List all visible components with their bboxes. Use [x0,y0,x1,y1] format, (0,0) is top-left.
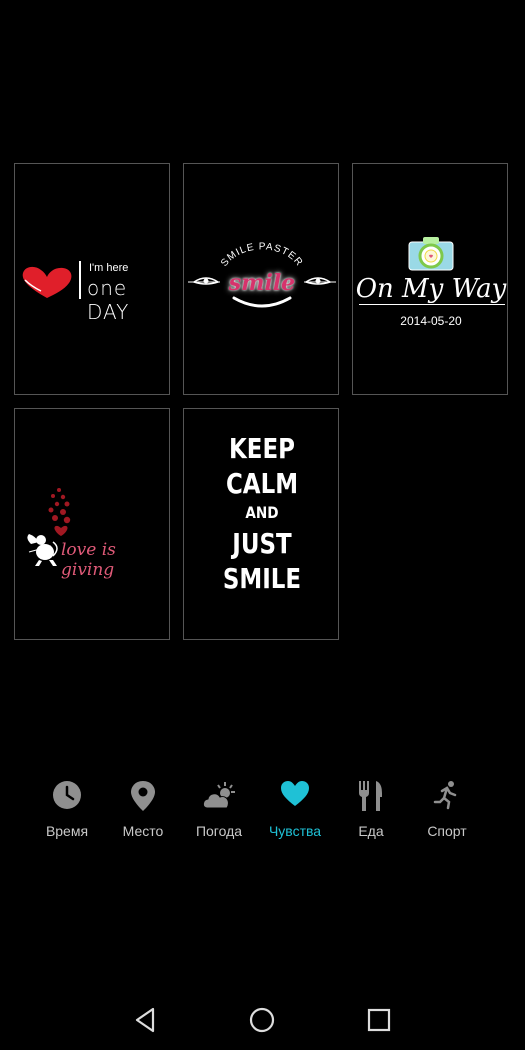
on-my-way-text: On My Way [355,274,507,304]
heart-icon [22,266,72,298]
sticker-love-is-giving[interactable]: love is giving [14,408,170,640]
fork-knife-icon [359,781,382,811]
date-text: 2014-05-20 [400,314,462,328]
category-weather[interactable]: Погода [181,780,257,844]
sticker-on-my-way[interactable]: On My Way 2014-05-20 [352,163,508,395]
keep-line: AND [245,503,279,522]
recents-square-icon [367,1008,391,1032]
svg-text:SMILE PASTER: SMILE PASTER [219,242,305,269]
camera-icon [408,237,454,271]
weather-cloud-sun-icon [202,782,235,809]
underline [359,304,505,305]
category-bar: Время Место Погода Чувства Еда Спорт [29,780,499,844]
category-label: Чувства [268,823,322,839]
keep-calm-text: KEEP CALM AND JUST SMILE [184,432,338,600]
sticker-one-day[interactable]: I'm here one DAY [14,163,170,395]
running-person-icon [433,781,457,810]
category-time[interactable]: Время [29,780,105,844]
back-button[interactable] [131,1005,161,1035]
keep-line: SMILE [222,562,302,595]
category-feelings[interactable]: Чувства [257,780,333,844]
category-label: Еда [358,823,384,839]
keep-line: KEEP [228,432,295,465]
category-label: Спорт [427,823,467,839]
sticker-big-text: one DAY [87,276,130,324]
keep-line: JUST [232,527,292,560]
heart-icon [281,781,309,806]
navigation-bar [0,990,525,1050]
smile-word: smile [228,270,296,296]
category-sport[interactable]: Спорт [409,780,485,844]
category-place[interactable]: Место [105,780,181,844]
love-is-giving-text: love is giving [61,540,116,580]
home-circle-icon [249,1007,275,1033]
smile-arc-text: SMILE PASTER [219,242,304,269]
home-button[interactable] [247,1005,277,1035]
sticker-small-text: I'm here [89,262,129,274]
sticker-smile[interactable]: SMILE PASTER smile [183,163,339,395]
divider [79,261,81,299]
category-label: Время [45,823,89,839]
location-pin-icon [131,781,155,811]
category-label: Погода [195,823,243,839]
recents-button[interactable] [364,1005,394,1035]
keep-line: CALM [225,467,299,500]
category-label: Место [122,823,164,839]
sticker-keep-calm[interactable]: KEEP CALM AND JUST SMILE [183,408,339,640]
back-triangle-icon [135,1007,155,1033]
clock-icon [53,781,81,809]
category-food[interactable]: Еда [333,780,409,844]
